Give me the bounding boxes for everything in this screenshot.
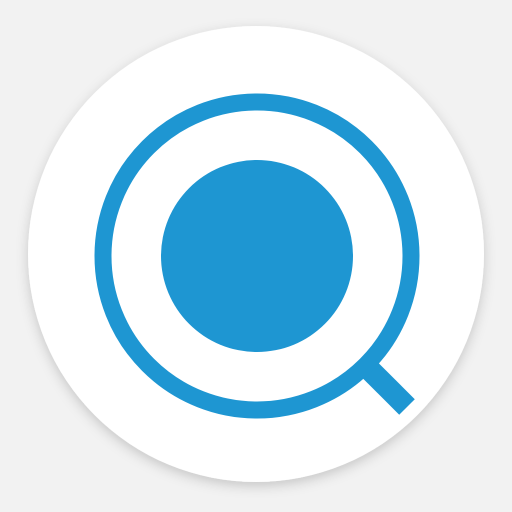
magnifier-center-dot [161,160,353,352]
magnifier-dot-icon [28,26,484,482]
app-icon[interactable] [0,0,512,512]
